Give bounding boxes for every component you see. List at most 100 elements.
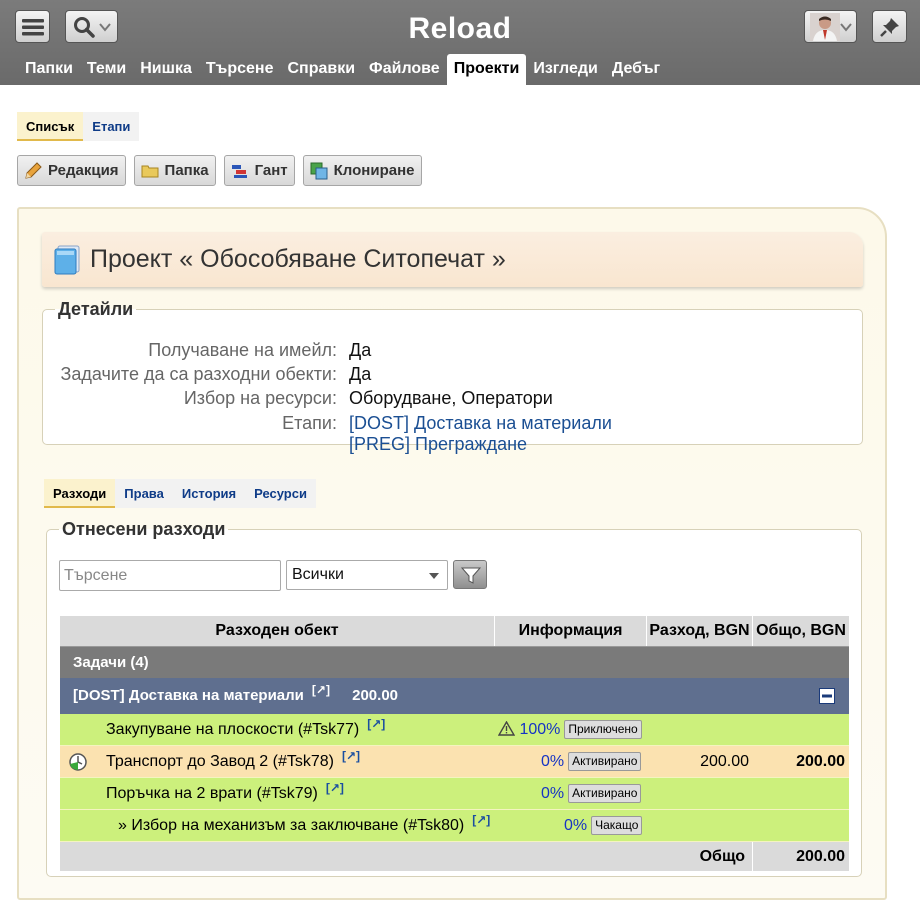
nav-item-search[interactable]: Търсене <box>199 54 281 85</box>
app-title: Reload <box>408 12 512 45</box>
details-section: Детайли Получаване на имейл: Да Задачите… <box>42 299 863 454</box>
folder-icon <box>141 165 159 177</box>
stage-links: [DOST] Доставка на материали [PREG] Прег… <box>349 413 612 455</box>
subgroup-title[interactable]: [DOST] Доставка на материали <box>73 687 304 704</box>
gantt-button-label: Гант <box>254 162 288 179</box>
total-value: 200.00 <box>796 753 845 770</box>
clone-button[interactable]: Клониране <box>302 155 422 186</box>
grand-total-value: 200.00 <box>796 848 845 865</box>
clone-button-label: Клониране <box>333 162 415 179</box>
task-name[interactable]: » Избор на механизъм за заключване (#Tsk… <box>118 810 490 842</box>
cost-value: 200.00 <box>700 753 749 770</box>
task-name-text: Закупуване на плоскости (#Tsk77) <box>106 721 360 738</box>
nav-item-topics[interactable]: Теми <box>80 54 133 85</box>
nav-item-files[interactable]: Файлове <box>362 54 447 85</box>
project-tabs: Разходи Права История Ресурси <box>44 479 316 508</box>
tab-stages[interactable]: Етапи <box>83 112 140 141</box>
external-link-icon[interactable]: [↗] <box>472 813 490 827</box>
status-badge: Приключено <box>564 720 642 740</box>
task-name[interactable]: Поръчка на 2 врати (#Tsk79) [↗] <box>106 778 344 810</box>
pin-button[interactable] <box>872 10 907 43</box>
tab-resources[interactable]: Ресурси <box>245 479 316 508</box>
column-header[interactable]: Информация <box>495 616 647 646</box>
edit-button[interactable]: Редакция <box>17 155 126 186</box>
status-badge: Активирано <box>568 784 642 804</box>
status-badge: Чакащо <box>591 816 643 836</box>
subgroup-row: [DOST] Доставка на материали [↗] 200.00 <box>60 678 849 714</box>
column-header[interactable]: Разходен обект <box>60 616 495 646</box>
costs-section: Отнесени разходи Всички Разходен обект И… <box>46 519 862 877</box>
chevron-down-icon <box>429 573 439 584</box>
task-info: 0% Активирано <box>541 778 642 810</box>
column-header[interactable]: Общо, BGN <box>753 616 849 646</box>
subgroup-amount: 200.00 <box>352 687 399 704</box>
table-row[interactable]: » Избор на механизъм за заключване (#Tsk… <box>60 810 849 842</box>
task-name-text: Поръчка на 2 врати (#Tsk79) <box>106 785 318 802</box>
group-row: Задачи (4) <box>60 646 849 678</box>
nav-item-folders[interactable]: Папки <box>18 54 80 85</box>
costs-legend: Отнесени разходи <box>62 519 226 539</box>
detail-label: Етапи: <box>282 413 337 433</box>
main-nav: Папки Теми Нишка Търсене Справки Файлове… <box>18 54 667 85</box>
detail-row: Получаване на имейл: Да <box>43 340 371 361</box>
page-title: Проект « Обособяване Ситопечат » <box>90 245 506 273</box>
detail-label: Избор на ресурси: <box>183 388 337 408</box>
stage-link-preg[interactable]: [PREG] Преграждане <box>349 434 612 455</box>
action-toolbar: Редакция Папка Гант Клониране <box>17 155 422 186</box>
total-label: Общо <box>699 848 745 865</box>
task-info: 100% Приключено <box>497 714 642 746</box>
gantt-icon <box>231 164 247 178</box>
task-name[interactable]: Закупуване на плоскости (#Tsk77) [↗] <box>106 714 385 746</box>
filter-button[interactable] <box>453 560 487 589</box>
task-name[interactable]: Транспорт до Завод 2 (#Tsk78) [↗] <box>106 746 360 778</box>
folder-button[interactable]: Папка <box>133 155 216 186</box>
nav-item-reports[interactable]: Справки <box>280 54 362 85</box>
tab-costs[interactable]: Разходи <box>44 479 116 508</box>
collapse-icon[interactable] <box>819 688 835 704</box>
table-row[interactable]: Поръчка на 2 врати (#Tsk79) [↗] 0% Активир… <box>60 778 849 810</box>
table-row[interactable]: Закупуване на плоскости (#Tsk77) [↗] 100%… <box>60 714 849 746</box>
progress-percent: 0% <box>541 785 565 802</box>
nav-item-projects[interactable]: Проекти <box>446 54 527 85</box>
user-menu-button[interactable] <box>804 10 857 43</box>
column-header[interactable]: Разход, BGN <box>647 616 753 646</box>
external-link-icon[interactable]: [↗] <box>312 683 330 697</box>
detail-row: Избор на ресурси: Оборудване, Оператори <box>43 388 553 409</box>
external-link-icon[interactable]: [↗] <box>367 717 385 731</box>
detail-label: Получаване на имейл: <box>148 340 337 360</box>
progress-percent: 0% <box>564 817 588 834</box>
total-row: Общо 200.00 <box>60 842 849 871</box>
gantt-button[interactable]: Гант <box>223 155 295 186</box>
filter-select[interactable]: Всички <box>286 560 448 590</box>
stage-link-dost[interactable]: [DOST] Доставка на материали <box>349 413 612 434</box>
project-header: Проект « Обособяване Ситопечат » <box>42 232 863 287</box>
external-link-icon[interactable]: [↗] <box>342 749 360 763</box>
table-row[interactable]: Транспорт до Завод 2 (#Tsk78) [↗] 0% Актив… <box>60 746 849 778</box>
progress-percent: 100% <box>519 721 561 738</box>
detail-row: Задачите да са разходни обекти: Да <box>43 364 371 385</box>
project-panel: Проект « Обособяване Ситопечат » Детайли… <box>17 207 887 900</box>
task-name-text: » Избор на механизъм за заключване (#Tsk… <box>118 817 465 834</box>
task-info: 0% Чакащо <box>564 810 643 842</box>
status-badge: Активирано <box>568 752 642 772</box>
project-icon <box>54 245 80 274</box>
chevron-down-icon <box>839 22 852 32</box>
search-input[interactable] <box>59 560 281 591</box>
pin-icon <box>879 17 899 37</box>
detail-value: Да <box>349 364 372 384</box>
nav-item-thread[interactable]: Нишка <box>133 54 199 85</box>
external-link-icon[interactable]: [↗] <box>326 781 344 795</box>
folder-button-label: Папка <box>164 162 209 179</box>
task-name-text: Транспорт до Завод 2 (#Tsk78) <box>106 753 334 770</box>
tab-history[interactable]: История <box>172 479 246 508</box>
tab-list[interactable]: Списък <box>17 112 84 141</box>
nav-item-views[interactable]: Изгледи <box>526 54 605 85</box>
filter-icon <box>460 567 482 584</box>
tab-permissions[interactable]: Права <box>115 479 173 508</box>
view-tabs: Списък Етапи <box>17 112 140 141</box>
detail-row: Етапи: [DOST] Доставка на материали [PRE… <box>43 413 612 455</box>
top-bar: Reload Папки Теми Нишка Търсене Справки … <box>0 0 920 85</box>
detail-label: Задачите да са разходни обекти: <box>60 364 337 384</box>
edit-button-label: Редакция <box>48 162 119 179</box>
nav-item-debug[interactable]: Дебъг <box>605 54 667 85</box>
